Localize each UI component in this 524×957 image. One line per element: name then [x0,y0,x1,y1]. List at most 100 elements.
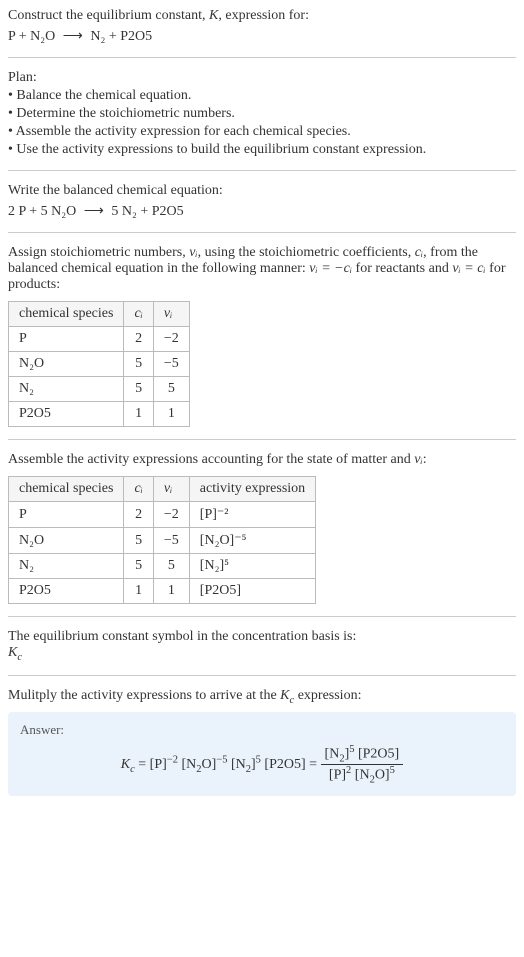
activity-cell: [N₂]⁵ [189,554,315,579]
c-cell: 2 [124,502,153,528]
c-cell: 2 [124,327,153,352]
table-header-row: chemical species cᵢ νᵢ [9,302,190,327]
eq-rhs: N₂ + P2O5 [90,29,152,44]
nu-i: νᵢ [414,452,422,467]
kc-inline: Kc [280,688,294,703]
c-cell: 5 [124,528,153,554]
stoichiometry-table: chemical species cᵢ νᵢ P 2 −2 N₂O 5 −5 N… [8,301,190,427]
multiply-text: expression: [294,688,361,703]
table-header: activity expression [189,477,315,502]
activity-cell: [P2O5] [189,579,315,604]
fraction-denominator: [P]2 [N2O]5 [321,765,404,785]
assemble-text: Assemble the activity expressions accoun… [8,452,414,467]
symbol-title: The equilibrium constant symbol in the c… [8,629,516,645]
table-row: N₂ 5 5 [9,377,190,402]
v-cell: 1 [153,402,189,427]
c-i: cᵢ [415,245,423,260]
species-cell: N₂O [9,352,124,377]
multiply-text: Mulitply the activity expressions to arr… [8,688,280,703]
header-section: Construct the equilibrium constant, K, e… [8,8,516,45]
table-row: P 2 −2 [P]⁻² [9,502,316,528]
species-cell: P2O5 [9,402,124,427]
k-symbol: K [209,8,218,23]
plan-item: • Assemble the activity expression for e… [8,124,516,140]
v-cell: −2 [153,327,189,352]
balanced-section: Write the balanced chemical equation: 2 … [8,183,516,220]
assign-text: , using the stoichiometric coefficients, [198,245,415,260]
species-cell: N₂ [9,554,124,579]
nu-i: νᵢ [189,245,197,260]
v-cell: 5 [153,554,189,579]
species-cell: P [9,502,124,528]
arrow-icon: ⟶ [63,28,83,45]
divider [8,439,516,440]
divider [8,232,516,233]
species-cell: N₂O [9,528,124,554]
v-cell: −5 [153,528,189,554]
table-row: N₂ 5 5 [N₂]⁵ [9,554,316,579]
fraction: [N2]5 [P2O5] [P]2 [N2O]5 [321,744,404,786]
v-cell: 1 [153,579,189,604]
symbol-section: The equilibrium constant symbol in the c… [8,629,516,663]
table-header: νᵢ [153,477,189,502]
balanced-title: Write the balanced chemical equation: [8,183,516,199]
assemble-text: : [423,452,427,467]
plan-item: • Determine the stoichiometric numbers. [8,106,516,122]
kc-expression: Kc = [P]−2 [N2O]−5 [N2]5 [P2O5] = [N2]5 … [20,744,504,786]
divider [8,675,516,676]
multiply-section: Mulitply the activity expressions to arr… [8,688,516,796]
activity-table: chemical species cᵢ νᵢ activity expressi… [8,476,316,604]
construct-text: Construct the equilibrium constant, [8,8,209,23]
answer-box: Answer: Kc = [P]−2 [N2O]−5 [N2]5 [P2O5] … [8,712,516,796]
kc-symbol: Kc [8,645,516,663]
answer-label: Answer: [20,722,504,738]
activity-cell: [N₂O]⁻⁵ [189,528,315,554]
table-row: N₂O 5 −5 [N₂O]⁻⁵ [9,528,316,554]
divider [8,616,516,617]
plan-section: Plan: • Balance the chemical equation. •… [8,70,516,158]
rel2: νᵢ = cᵢ [452,261,485,276]
divider [8,57,516,58]
expression-for: , expression for: [218,8,309,23]
fraction-numerator: [N2]5 [P2O5] [321,744,404,765]
c-cell: 1 [124,579,153,604]
species-cell: N₂ [9,377,124,402]
activity-cell: [P]⁻² [189,502,315,528]
table-row: P2O5 1 1 [9,402,190,427]
table-header: νᵢ [153,302,189,327]
table-header: chemical species [9,477,124,502]
eq-lhs: P + N₂O [8,29,55,44]
c-cell: 5 [124,554,153,579]
divider [8,170,516,171]
table-row: P 2 −2 [9,327,190,352]
assign-section: Assign stoichiometric numbers, νᵢ, using… [8,245,516,427]
balanced-equation: 2 P + 5 N₂O ⟶ 5 N₂ + P2O5 [8,203,516,220]
c-cell: 5 [124,352,153,377]
plan-item: • Balance the chemical equation. [8,88,516,104]
arrow-icon: ⟶ [84,203,104,220]
balanced-rhs: 5 N₂ + P2O5 [111,204,183,219]
assemble-section: Assemble the activity expressions accoun… [8,452,516,604]
table-header: cᵢ [124,302,153,327]
table-header-row: chemical species cᵢ νᵢ activity expressi… [9,477,316,502]
c-cell: 5 [124,377,153,402]
plan-title: Plan: [8,70,516,86]
assign-text: Assign stoichiometric numbers, [8,245,189,260]
assign-text: for reactants and [352,261,452,276]
table-header: chemical species [9,302,124,327]
table-row: N₂O 5 −5 [9,352,190,377]
rel1: νᵢ = −cᵢ [309,261,352,276]
table-header: cᵢ [124,477,153,502]
v-cell: 5 [153,377,189,402]
unbalanced-equation: P + N₂O ⟶ N₂ + P2O5 [8,28,516,45]
v-cell: −2 [153,502,189,528]
v-cell: −5 [153,352,189,377]
eq-text: = [P]−2 [N2O]−5 [N2]5 [P2O5] = [138,757,320,772]
plan-item: • Use the activity expressions to build … [8,142,516,158]
species-cell: P [9,327,124,352]
species-cell: P2O5 [9,579,124,604]
balanced-lhs: 2 P + 5 N₂O [8,204,76,219]
table-row: P2O5 1 1 [P2O5] [9,579,316,604]
c-cell: 1 [124,402,153,427]
kc-sym: Kc [121,757,135,772]
